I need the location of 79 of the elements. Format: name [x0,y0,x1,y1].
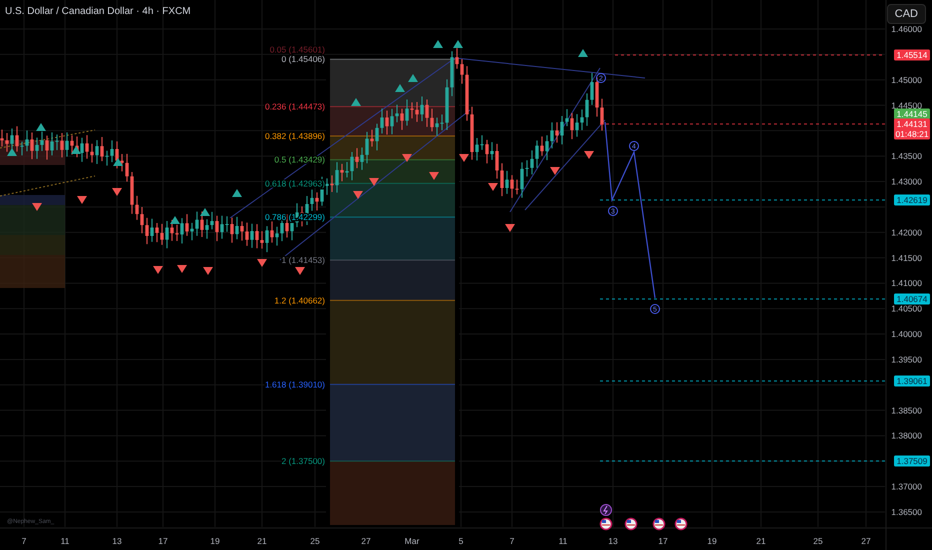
up-triangle-icon [578,49,588,57]
price-axis-label: 1.37000 [891,482,922,492]
up-triangle-icon [351,98,361,106]
fib-level-label: 0.05 (1.45601) [270,44,325,54]
date-axis-label: 21 [257,536,267,546]
date-axis-label: 27 [361,536,371,546]
price-tag: 1.44131 01:48:21 [894,118,930,140]
down-triangle-icon [488,183,498,191]
flag-icon[interactable] [624,518,638,530]
date-axis-label: 11 [558,536,568,546]
price-axis-label: 1.40000 [891,329,922,340]
price-axis-label: 1.45000 [891,74,922,85]
down-triangle-icon [402,154,412,162]
lightning-icon[interactable] [600,504,612,516]
price-axis-label: 1.36500 [891,506,922,517]
price-tag: 1.39061 [894,376,930,386]
up-triangle-icon [170,216,180,224]
flag-icon[interactable] [652,518,666,530]
down-triangle-icon [550,167,560,175]
price-tag: 1.45514 [894,50,930,60]
fib-level-label: 0.382 (1.43896) [264,130,325,141]
fib-level-label: 0.236 (1.44473) [264,102,325,112]
date-axis-label: 7 [22,536,26,546]
down-triangle-icon [177,265,187,273]
price-axis-label: 1.39500 [891,354,922,364]
price-tag: 1.37509 [894,456,930,466]
chart-title: U.S. Dollar / Canadian Dollar · 4h · FXCM [5,6,191,17]
date-axis-label: 7 [510,536,514,546]
up-triangle-icon [113,158,123,166]
price-axis-label: 1.44500 [891,100,922,110]
down-triangle-icon [257,259,267,267]
price-axis-label: 1.43500 [891,151,922,162]
price-tag: 1.42619 [894,194,930,206]
down-triangle-icon [112,188,122,196]
price-tag: 1.40674 [894,294,930,304]
date-axis-label: 21 [756,536,766,546]
down-triangle-icon [429,172,439,180]
date-axis-label: 17 [158,536,168,546]
up-triangle-icon [232,189,242,197]
down-triangle-icon [505,224,515,232]
down-triangle-icon [32,203,42,211]
price-axis-label: 1.46000 [891,24,922,34]
price-axis-label: 1.38500 [891,405,922,416]
down-triangle-icon [77,196,87,204]
price-axis-label: 1.43000 [891,176,922,187]
date-axis-label: 27 [861,536,871,546]
date-axis-label: 25 [310,536,320,546]
up-triangle-icon [7,148,17,156]
up-triangle-icon [36,123,46,131]
fib-level-label: 1 (1.41453) [282,255,325,266]
date-axis-label: 19 [707,536,717,546]
price-axis-label: 1.38000 [891,430,922,441]
up-triangle-icon [200,208,210,216]
down-triangle-icon [584,151,594,159]
date-axis-label: 25 [813,536,823,546]
down-triangle-icon [153,266,163,274]
flag-icon[interactable] [600,518,612,530]
down-triangle-icon [459,154,469,162]
date-axis-label: 13 [112,536,122,546]
fib-level-label: 2 (1.37500) [282,456,325,466]
price-axis-label: 1.41000 [891,278,922,288]
fib-level-label: 1.618 (1.39010) [264,379,325,390]
date-axis-label: 17 [658,536,668,546]
down-triangle-icon [295,267,305,275]
date-axis-label: Mar [404,536,420,546]
price-tag: 1.44145 [894,108,930,120]
date-axis-label: 11 [60,536,70,546]
flag-icon[interactable] [674,518,688,530]
date-axis-label: 5 [458,536,464,546]
date-axis-label: 13 [608,536,618,546]
down-triangle-icon [203,267,213,275]
fib-level-label: 1.2 (1.40662) [274,295,325,306]
up-triangle-icon [71,146,81,154]
fib-level-label: 0 (1.45406) [282,54,325,64]
price-axis-label: 1.42000 [891,227,922,238]
date-axis-label: 19 [210,536,220,546]
currency-button[interactable]: CAD [886,4,926,24]
price-axis-label: 1.41500 [891,252,922,263]
price-axis-label: 1.40500 [891,304,922,314]
